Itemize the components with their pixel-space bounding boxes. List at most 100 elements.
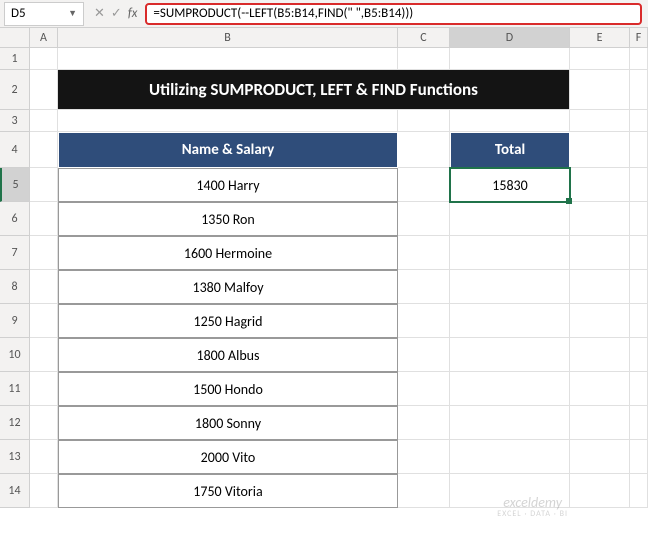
cell-a8[interactable]	[30, 270, 58, 304]
cell-f3[interactable]	[630, 110, 648, 132]
cell-b10[interactable]: 1800 Albus	[58, 338, 398, 372]
cell-b12[interactable]: 1800 Sonny	[58, 406, 398, 440]
cell-d9[interactable]	[450, 304, 570, 338]
row-header-7[interactable]: 7	[0, 236, 30, 270]
col-header-d[interactable]: D	[450, 28, 570, 48]
cell-d14[interactable]	[450, 474, 570, 508]
cell-c11[interactable]	[398, 372, 450, 406]
cell-c13[interactable]	[398, 440, 450, 474]
cell-d10[interactable]	[450, 338, 570, 372]
col-header-a[interactable]: A	[30, 28, 58, 48]
cell-b6[interactable]: 1350 Ron	[58, 202, 398, 236]
cell-f14[interactable]	[630, 474, 648, 508]
checkmark-icon[interactable]: ✓	[111, 6, 122, 21]
cell-c4[interactable]	[398, 132, 450, 168]
cell-c5[interactable]	[398, 168, 450, 202]
cell-e1[interactable]	[570, 48, 630, 70]
cancel-icon[interactable]: ✕	[94, 6, 105, 21]
cell-a12[interactable]	[30, 406, 58, 440]
cell-a5[interactable]	[30, 168, 58, 202]
cell-e6[interactable]	[570, 202, 630, 236]
cell-e13[interactable]	[570, 440, 630, 474]
cell-e14[interactable]	[570, 474, 630, 508]
row-header-6[interactable]: 6	[0, 202, 30, 236]
cell-e7[interactable]	[570, 236, 630, 270]
cell-a3[interactable]	[30, 110, 58, 132]
fx-icon[interactable]: fx	[128, 6, 138, 21]
row-header-9[interactable]: 9	[0, 304, 30, 338]
col-header-c[interactable]: C	[398, 28, 450, 48]
row-header-1[interactable]: 1	[0, 48, 30, 70]
cell-a10[interactable]	[30, 338, 58, 372]
cell-b5[interactable]: 1400 Harry	[58, 168, 398, 202]
row-header-11[interactable]: 11	[0, 372, 30, 406]
row-header-14[interactable]: 14	[0, 474, 30, 508]
col-header-b[interactable]: B	[58, 28, 398, 48]
cell-f6[interactable]	[630, 202, 648, 236]
cell-f2[interactable]	[630, 70, 648, 110]
cell-f7[interactable]	[630, 236, 648, 270]
cell-b14[interactable]: 1750 Vitoria	[58, 474, 398, 508]
cell-a2[interactable]	[30, 70, 58, 110]
cell-b9[interactable]: 1250 Hagrid	[58, 304, 398, 338]
cell-b7[interactable]: 1600 Hermoine	[58, 236, 398, 270]
cell-e12[interactable]	[570, 406, 630, 440]
formula-input[interactable]: =SUMPRODUCT(--LEFT(B5:B14,FIND(" ",B5:B1…	[145, 3, 642, 25]
cell-d8[interactable]	[450, 270, 570, 304]
select-all-corner[interactable]	[0, 28, 30, 48]
cell-c3[interactable]	[398, 110, 450, 132]
row-header-13[interactable]: 13	[0, 440, 30, 474]
cell-c14[interactable]	[398, 474, 450, 508]
cell-d11[interactable]	[450, 372, 570, 406]
cell-d12[interactable]	[450, 406, 570, 440]
row-header-8[interactable]: 8	[0, 270, 30, 304]
cell-d13[interactable]	[450, 440, 570, 474]
cell-d3[interactable]	[450, 110, 570, 132]
cell-f9[interactable]	[630, 304, 648, 338]
cell-c10[interactable]	[398, 338, 450, 372]
cell-f1[interactable]	[630, 48, 648, 70]
cell-c7[interactable]	[398, 236, 450, 270]
cell-d7[interactable]	[450, 236, 570, 270]
cell-c8[interactable]	[398, 270, 450, 304]
cell-a6[interactable]	[30, 202, 58, 236]
cell-a14[interactable]	[30, 474, 58, 508]
row-header-5[interactable]: 5	[0, 168, 30, 202]
cell-f13[interactable]	[630, 440, 648, 474]
cell-e8[interactable]	[570, 270, 630, 304]
cell-b1[interactable]	[58, 48, 398, 70]
header-total[interactable]: Total	[450, 132, 570, 168]
cell-a4[interactable]	[30, 132, 58, 168]
fill-handle[interactable]	[566, 198, 572, 204]
cell-a1[interactable]	[30, 48, 58, 70]
row-header-12[interactable]: 12	[0, 406, 30, 440]
cell-e4[interactable]	[570, 132, 630, 168]
cell-e3[interactable]	[570, 110, 630, 132]
cell-e2[interactable]	[570, 70, 630, 110]
cell-f4[interactable]	[630, 132, 648, 168]
cell-e11[interactable]	[570, 372, 630, 406]
cell-a11[interactable]	[30, 372, 58, 406]
cell-e9[interactable]	[570, 304, 630, 338]
cell-f8[interactable]	[630, 270, 648, 304]
cell-a9[interactable]	[30, 304, 58, 338]
cell-f11[interactable]	[630, 372, 648, 406]
cell-c1[interactable]	[398, 48, 450, 70]
row-header-4[interactable]: 4	[0, 132, 30, 168]
cell-e5[interactable]	[570, 168, 630, 202]
cell-f10[interactable]	[630, 338, 648, 372]
row-header-3[interactable]: 3	[0, 110, 30, 132]
col-header-f[interactable]: F	[630, 28, 648, 48]
cell-b13[interactable]: 2000 Vito	[58, 440, 398, 474]
cell-f12[interactable]	[630, 406, 648, 440]
cell-d6[interactable]	[450, 202, 570, 236]
header-name-salary[interactable]: Name & Salary	[58, 132, 398, 168]
title-cell[interactable]: Utilizing SUMPRODUCT, LEFT & FIND Functi…	[58, 70, 570, 110]
cell-c9[interactable]	[398, 304, 450, 338]
cell-a13[interactable]	[30, 440, 58, 474]
chevron-down-icon[interactable]: ▼	[68, 8, 77, 19]
cell-d5-selected[interactable]: 15830	[450, 168, 570, 202]
cell-f5[interactable]	[630, 168, 648, 202]
col-header-e[interactable]: E	[570, 28, 630, 48]
cell-c6[interactable]	[398, 202, 450, 236]
